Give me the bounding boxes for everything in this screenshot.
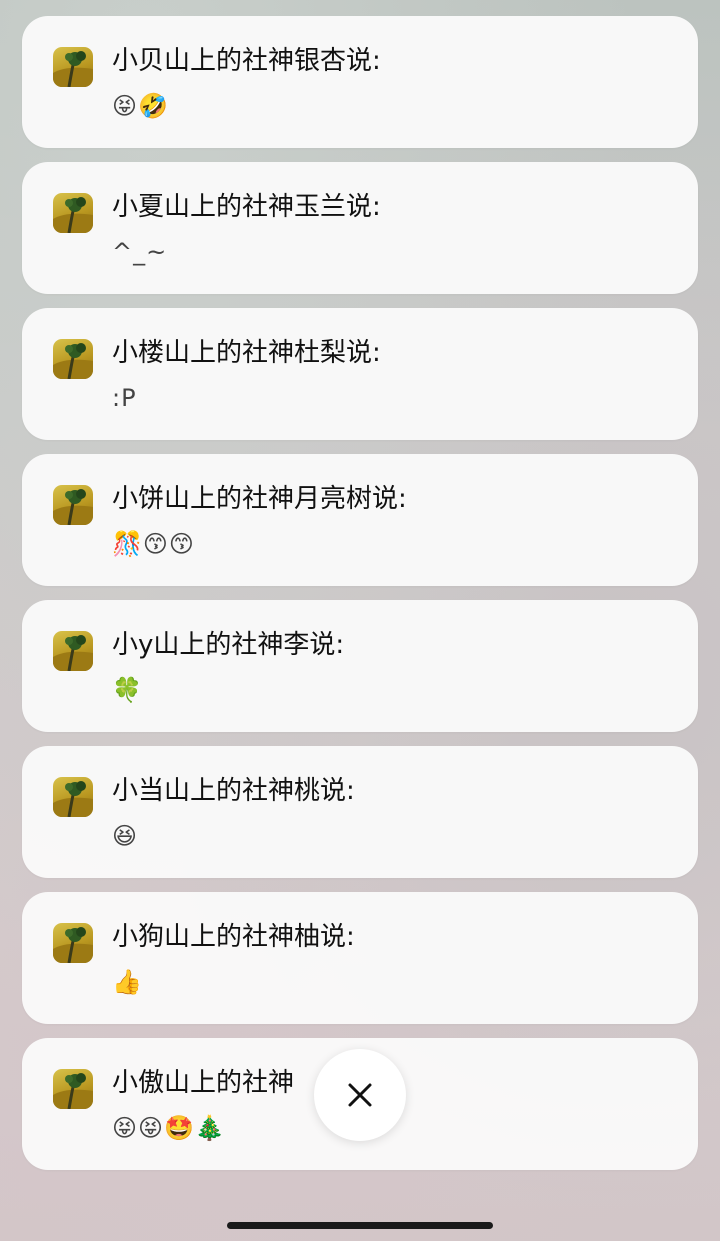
home-indicator[interactable] [227, 1222, 493, 1229]
sender-name: 小y山上的社神李说: [112, 630, 345, 660]
sender-name: 小当山上的社神桃说: [112, 776, 355, 806]
message-text: 😝🤣 [112, 92, 169, 120]
sender-name: 小楼山上的社神杜梨说: [112, 338, 381, 368]
tree-on-hill-icon[interactable] [53, 631, 93, 671]
message-text: ^_~ [112, 238, 168, 266]
message-list: 小贝山上的社神银杏说: 😝🤣 小夏山上的社神玉兰说: ^_~ 小楼山上的社神杜梨… [22, 16, 698, 1184]
message-text: 🎊😙😙 [112, 530, 195, 558]
tree-on-hill-icon[interactable] [53, 485, 93, 525]
message-text: 😆 [112, 822, 139, 850]
sender-name: 小饼山上的社神月亮树说: [112, 484, 407, 514]
message-text: 😝😝🤩🎄 [112, 1114, 226, 1142]
tree-on-hill-icon[interactable] [53, 47, 93, 87]
close-icon [348, 1083, 372, 1107]
message-text: :P [112, 384, 137, 412]
close-button[interactable] [314, 1049, 406, 1141]
message-card[interactable]: 小狗山上的社神柚说: 👍 [22, 892, 698, 1024]
tree-on-hill-icon[interactable] [53, 193, 93, 233]
sender-name: 小贝山上的社神银杏说: [112, 46, 381, 76]
message-card[interactable]: 小y山上的社神李说: 🍀 [22, 600, 698, 732]
message-card[interactable]: 小楼山上的社神杜梨说: :P [22, 308, 698, 440]
message-card[interactable]: 小饼山上的社神月亮树说: 🎊😙😙 [22, 454, 698, 586]
tree-on-hill-icon[interactable] [53, 923, 93, 963]
message-text: 🍀 [112, 676, 143, 704]
message-card[interactable]: 小贝山上的社神银杏说: 😝🤣 [22, 16, 698, 148]
sender-name: 小夏山上的社神玉兰说: [112, 192, 381, 222]
tree-on-hill-icon[interactable] [53, 339, 93, 379]
tree-on-hill-icon[interactable] [53, 1069, 93, 1109]
sender-name: 小傲山上的社神 [112, 1068, 295, 1098]
sender-name: 小狗山上的社神柚说: [112, 922, 355, 952]
message-card[interactable]: 小当山上的社神桃说: 😆 [22, 746, 698, 878]
tree-on-hill-icon[interactable] [53, 777, 93, 817]
message-card[interactable]: 小夏山上的社神玉兰说: ^_~ [22, 162, 698, 294]
message-text: 👍 [112, 968, 143, 996]
